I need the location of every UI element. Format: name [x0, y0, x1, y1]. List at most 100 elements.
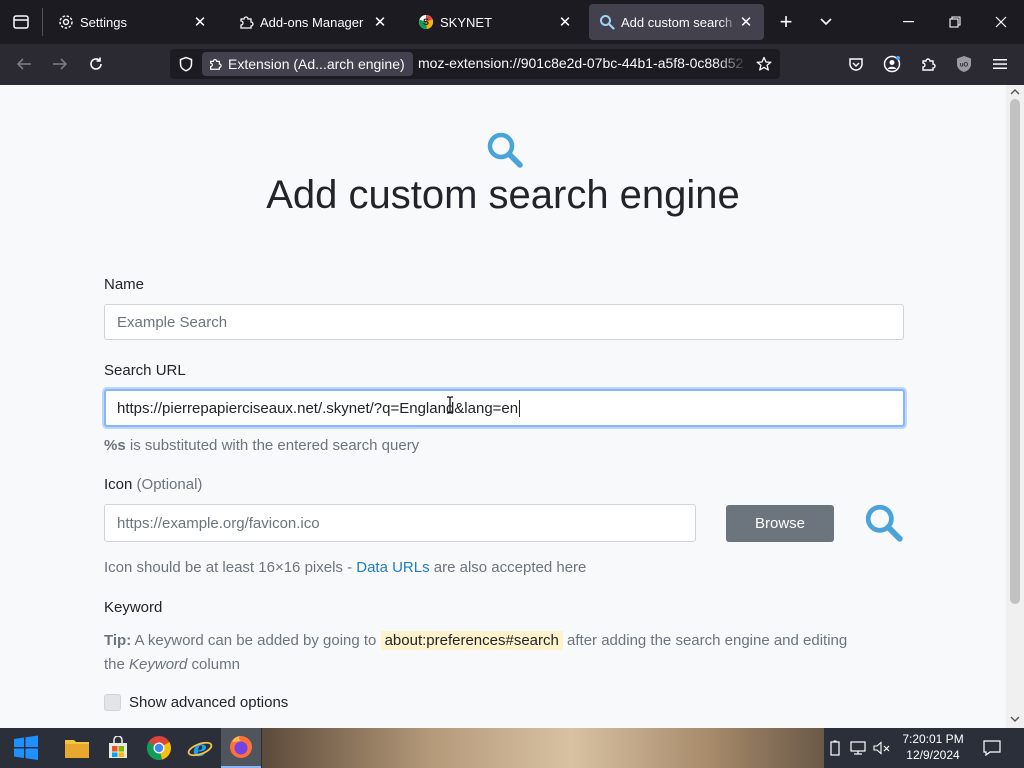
store-bag-icon: [109, 736, 127, 758]
skynet-icon: S: [418, 14, 434, 30]
pocket-button[interactable]: [842, 49, 870, 79]
search-logo-icon: [486, 131, 524, 174]
search-url-label: Search URL: [104, 362, 186, 379]
internet-explorer-icon: e: [187, 736, 213, 761]
advanced-options-toggle[interactable]: Show advanced options: [104, 694, 288, 711]
action-center-button[interactable]: [974, 728, 1010, 768]
icon-label: Icon (Optional): [104, 476, 202, 493]
text-cursor: [519, 399, 521, 417]
extensions-button[interactable]: [914, 49, 942, 79]
icon-label-text: Icon: [104, 476, 133, 493]
name-input[interactable]: Example Search: [104, 304, 904, 340]
tab-bar: Settings ✕ Add-ons Manager ✕ S SKYNET ✕ …: [0, 0, 1024, 44]
tab-add-custom-search-engine[interactable]: Add custom search engine ✕: [589, 4, 764, 40]
forward-button[interactable]: [44, 49, 76, 79]
store-button[interactable]: [98, 728, 138, 768]
network-icon: [850, 741, 866, 755]
account-button[interactable]: [878, 49, 906, 79]
url-text[interactable]: moz-extension://901c8e2d-07bc-44b1-a5f8-…: [418, 55, 748, 71]
app-menu-button[interactable]: [986, 49, 1014, 79]
icon-help-suffix: are also accepted here: [429, 559, 587, 576]
tip-text: column: [187, 656, 240, 673]
battery-icon: [830, 740, 840, 756]
close-icon[interactable]: ✕: [557, 14, 573, 31]
name-placeholder: Example Search: [117, 313, 228, 331]
window-close-button[interactable]: [978, 0, 1024, 44]
start-button[interactable]: [6, 728, 46, 768]
tab-label: Add-ons Manager: [260, 14, 364, 30]
close-icon[interactable]: ✕: [192, 14, 208, 31]
mouse-ibeam-cursor: [446, 396, 454, 419]
search-icon-preview: [864, 503, 904, 548]
svg-text:uO: uO: [960, 63, 969, 69]
wallpaper-strip: [262, 728, 824, 768]
folder-icon: [65, 740, 89, 758]
browse-button[interactable]: Browse: [726, 505, 834, 542]
volume-button[interactable]: [870, 728, 894, 768]
arrow-left-icon: [16, 58, 31, 70]
hamburger-menu-icon: [993, 59, 1007, 69]
bookmark-star-button[interactable]: [752, 52, 776, 76]
firefox-view-button[interactable]: [0, 0, 42, 44]
keyword-label: Keyword: [104, 599, 163, 616]
list-all-tabs-button[interactable]: [810, 4, 842, 40]
vertical-scrollbar[interactable]: [1006, 85, 1024, 728]
scroll-up-icon[interactable]: [1010, 88, 1020, 96]
star-icon: [756, 56, 772, 71]
scrollbar-thumb[interactable]: [1010, 99, 1020, 604]
identity-label: Extension (Ad...arch engine): [228, 56, 405, 72]
close-icon[interactable]: ✕: [372, 14, 388, 31]
firefox-icon: [230, 736, 252, 758]
windows-taskbar: e 7:20:01 PM 12/9/2024: [0, 728, 1024, 768]
minimize-button[interactable]: [886, 0, 932, 44]
advanced-options-label: Show advanced options: [129, 694, 289, 711]
tab-settings[interactable]: Settings ✕: [48, 4, 218, 40]
url-bar[interactable]: Extension (Ad...arch engine) moz-extensi…: [170, 49, 780, 79]
advanced-options-checkbox[interactable]: [104, 694, 121, 711]
tab-skynet[interactable]: S SKYNET ✕: [408, 4, 583, 40]
name-label: Name: [104, 276, 145, 293]
new-tab-button[interactable]: +: [770, 4, 802, 40]
nav-bar: Extension (Ad...arch engine) moz-extensi…: [0, 44, 1024, 85]
chevron-down-icon: [820, 18, 832, 26]
clock-date: 12/9/2024: [906, 748, 960, 762]
restore-button[interactable]: [932, 0, 978, 44]
scroll-down-icon[interactable]: [1010, 715, 1020, 723]
chrome-button[interactable]: [139, 728, 179, 768]
battery-button[interactable]: [824, 728, 846, 768]
network-button[interactable]: [846, 728, 870, 768]
puzzle-icon: [922, 58, 936, 71]
tip-label: Tip:: [104, 632, 132, 649]
back-button[interactable]: [8, 49, 40, 79]
internet-explorer-button[interactable]: e: [180, 728, 220, 768]
search-url-input[interactable]: https://pierrepapierciseaux.net/.skynet/…: [104, 389, 905, 427]
minimize-icon: [903, 21, 914, 23]
firefox-button[interactable]: [221, 728, 261, 768]
tab-addons-manager[interactable]: Add-ons Manager ✕: [228, 4, 398, 40]
restore-icon: [949, 16, 961, 28]
icon-help: Icon should be at least 16×16 pixels - D…: [104, 559, 586, 576]
tip-text: the: [104, 656, 130, 673]
reload-icon: [90, 57, 102, 70]
gear-icon: [58, 14, 74, 30]
puzzle-icon: [238, 14, 254, 30]
identity-box[interactable]: Extension (Ad...arch engine): [202, 52, 413, 76]
file-explorer-button[interactable]: [57, 728, 97, 768]
icon-url-input[interactable]: https://example.org/favicon.ico: [104, 504, 696, 542]
ublock-origin-icon: uO: [957, 56, 971, 72]
puzzle-icon: [210, 59, 222, 70]
data-urls-link[interactable]: Data URLs: [356, 559, 429, 576]
preferences-search-code: about:preferences#search: [380, 631, 563, 650]
svg-text:S: S: [423, 17, 429, 27]
page-title: Add custom search engine: [266, 173, 740, 217]
reload-button[interactable]: [80, 49, 112, 79]
pocket-icon: [849, 58, 863, 71]
tracking-protection-button[interactable]: [174, 52, 198, 76]
close-icon[interactable]: ✕: [738, 14, 754, 31]
page-content: Add custom search engine Name Example Se…: [0, 85, 1006, 728]
ublock-button[interactable]: uO: [950, 49, 978, 79]
clock-time: 7:20:01 PM: [902, 732, 964, 746]
icon-help-prefix: Icon should be at least 16×16 pixels -: [104, 559, 357, 576]
system-clock[interactable]: 7:20:01 PM 12/9/2024: [896, 731, 970, 763]
close-icon: [995, 16, 1007, 28]
